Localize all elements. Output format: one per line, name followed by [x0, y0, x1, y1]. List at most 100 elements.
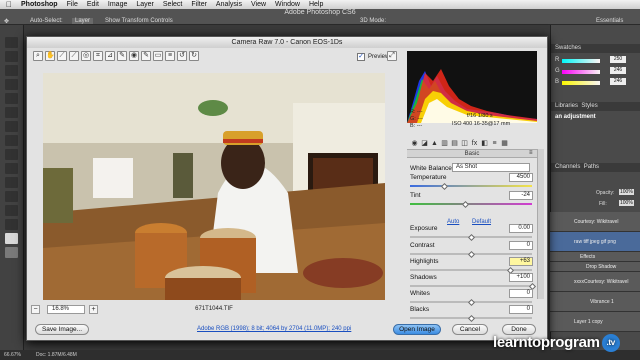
layer-effects-row[interactable]: Effects — [550, 252, 640, 262]
split-toning-tab-icon[interactable]: ▤ — [450, 139, 459, 148]
marquee-tool[interactable] — [5, 51, 18, 62]
tab-channels[interactable]: Channels Paths — [551, 163, 640, 172]
tab-paths[interactable]: Paths — [584, 164, 599, 170]
fullscreen-icon[interactable]: ⤢ — [387, 51, 397, 61]
control-value-field[interactable]: 0 — [509, 305, 533, 314]
camera-calibration-tab-icon[interactable]: ◧ — [480, 139, 489, 148]
hsl-tab-icon[interactable]: ▥ — [440, 139, 449, 148]
cancel-button[interactable]: Cancel — [452, 324, 488, 335]
preview-photo[interactable] — [43, 73, 385, 300]
control-value-field[interactable]: 4500 — [509, 173, 533, 182]
rotate-ccw-icon[interactable]: ↺ — [177, 51, 187, 61]
save-image-button[interactable]: Save Image... — [35, 324, 89, 335]
stamp-tool[interactable] — [5, 149, 18, 160]
white-balance-select[interactable]: As Shot — [452, 163, 530, 172]
b-value[interactable]: 246 — [610, 78, 626, 85]
brush-tool[interactable] — [5, 135, 18, 146]
layer-row[interactable]: Layer 1 copy — [550, 312, 640, 332]
opacity-value[interactable]: 100% — [619, 189, 634, 195]
zoom-icon[interactable]: ⌕ — [33, 51, 43, 61]
menu-file[interactable]: File — [67, 1, 78, 8]
auto-link[interactable]: Auto — [447, 219, 459, 225]
control-slider-track[interactable] — [410, 185, 532, 187]
tab-libraries[interactable]: Libraries Styles — [551, 102, 640, 111]
preview-checkbox[interactable]: ✓ — [357, 53, 365, 61]
graduated-filter-icon[interactable]: ▭ — [153, 51, 163, 61]
effects-tab-icon[interactable]: fx — [470, 139, 479, 148]
panel-menu-icon[interactable]: ≡ — [529, 150, 533, 156]
adjustment-brush-icon[interactable]: ✎ — [141, 51, 151, 61]
layer-row[interactable]: Vibrance 1 — [550, 292, 640, 312]
layer-row[interactable]: Courtesy: Wikitravel — [550, 212, 640, 232]
white-balance-icon[interactable]: ⟋ — [57, 51, 67, 61]
menu-filter[interactable]: Filter — [191, 1, 207, 8]
control-value-field[interactable]: +63 — [509, 257, 533, 266]
show-transform-checkbox[interactable]: Show Transform Controls — [105, 18, 173, 24]
lens-tab-icon[interactable]: ◫ — [460, 139, 469, 148]
control-value-field[interactable]: 0 — [509, 289, 533, 298]
menu-image[interactable]: Image — [108, 1, 127, 8]
snapshots-tab-icon[interactable]: ▦ — [500, 139, 509, 148]
fill-value[interactable]: 100% — [619, 200, 634, 206]
workspace-select[interactable]: Essentials — [596, 18, 623, 24]
tab-styles[interactable]: Styles — [581, 103, 597, 109]
gradient-tool[interactable] — [5, 191, 18, 202]
straighten-icon[interactable]: ⊿ — [105, 51, 115, 61]
menu-window[interactable]: Window — [275, 1, 300, 8]
auto-select-checkbox[interactable]: Auto-Select: — [30, 18, 63, 24]
crop-tool[interactable] — [5, 93, 18, 104]
spot-removal-icon[interactable]: ✎ — [117, 51, 127, 61]
apple-icon[interactable]:  — [6, 0, 12, 9]
blur-tool[interactable] — [5, 205, 18, 216]
menu-view[interactable]: View — [251, 1, 266, 8]
layer-row[interactable]: raw tiff jpeg gif png — [550, 232, 640, 252]
eraser-tool[interactable] — [5, 177, 18, 188]
workflow-options-link[interactable]: Adobe RGB (1998); 8 bit; 4064 by 2704 (1… — [197, 326, 351, 332]
menu-layer[interactable]: Layer — [136, 1, 154, 8]
control-value-field[interactable]: +100 — [509, 273, 533, 282]
move-tool[interactable] — [5, 37, 18, 48]
tab-swatches[interactable]: Swatches — [551, 44, 640, 53]
menu-analysis[interactable]: Analysis — [216, 1, 242, 8]
control-slider-track[interactable] — [410, 203, 532, 205]
menu-edit[interactable]: Edit — [87, 1, 99, 8]
move-tool-icon[interactable]: ✥ — [4, 18, 9, 25]
lasso-tool[interactable] — [5, 65, 18, 76]
g-value[interactable]: 246 — [610, 67, 626, 74]
r-value[interactable]: 250 — [610, 56, 626, 63]
history-brush-tool[interactable] — [5, 163, 18, 174]
status-zoom[interactable]: 66.67% — [4, 350, 21, 360]
tab-channels-label[interactable]: Channels — [555, 164, 580, 170]
layer-effect-row[interactable]: Drop Shadow — [550, 262, 640, 272]
menu-select[interactable]: Select — [163, 1, 182, 8]
foreground-color[interactable] — [5, 233, 18, 244]
tab-libraries-label[interactable]: Libraries — [555, 103, 578, 109]
b-slider[interactable] — [562, 81, 600, 85]
dodge-tool[interactable] — [5, 219, 18, 230]
healing-tool[interactable] — [5, 121, 18, 132]
crop-icon[interactable]: ⌗ — [93, 51, 103, 61]
eyedropper-tool[interactable] — [5, 107, 18, 118]
basic-tab-icon[interactable]: ◉ — [410, 139, 419, 148]
color-sampler-icon[interactable]: ⟋ — [69, 51, 79, 61]
presets-tab-icon[interactable]: ≡ — [490, 139, 499, 148]
control-slider-track[interactable] — [410, 285, 532, 287]
default-link[interactable]: Default — [472, 219, 491, 225]
open-image-button[interactable]: Open Image — [393, 324, 441, 335]
menu-app-name[interactable]: Photoshop — [21, 1, 58, 8]
layer-row[interactable]: xxxxCourtesy: Wikitravel — [550, 272, 640, 292]
rotate-cw-icon[interactable]: ↻ — [189, 51, 199, 61]
tone-curve-tab-icon[interactable]: ◪ — [420, 139, 429, 148]
settings-scrollbar[interactable] — [537, 149, 544, 299]
control-value-field[interactable]: 0.00 — [509, 224, 533, 233]
layer-select[interactable]: Layer — [72, 18, 94, 24]
hand-icon[interactable]: ✋ — [45, 51, 55, 61]
quick-select-tool[interactable] — [5, 79, 18, 90]
background-color[interactable] — [5, 247, 18, 258]
menu-help[interactable]: Help — [309, 1, 323, 8]
g-slider[interactable] — [562, 70, 600, 74]
red-eye-icon[interactable]: ◉ — [129, 51, 139, 61]
preferences-icon[interactable]: ≡ — [165, 51, 175, 61]
control-value-field[interactable]: -24 — [509, 191, 533, 200]
r-slider[interactable] — [562, 59, 600, 63]
